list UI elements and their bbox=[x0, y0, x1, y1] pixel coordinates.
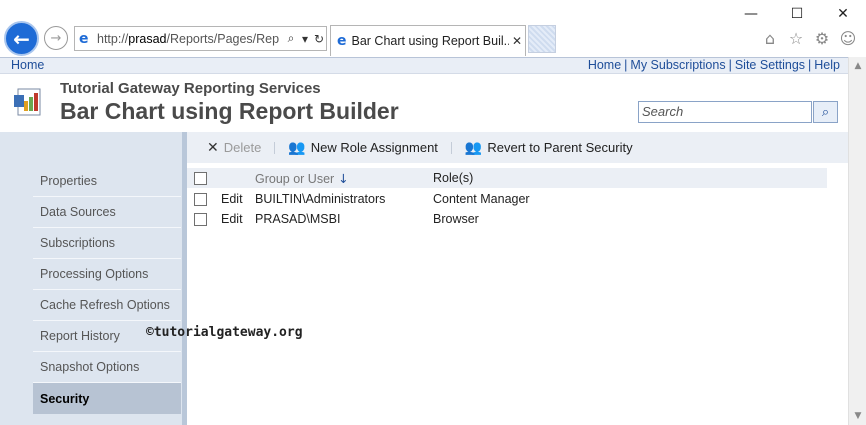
sidebar-item-properties[interactable]: Properties bbox=[33, 166, 181, 197]
table-row: Edit PRASAD\MSBI Browser bbox=[187, 209, 827, 229]
new-role-label: New Role Assignment bbox=[310, 140, 438, 155]
window-controls: — ☐ ✕ bbox=[728, 0, 866, 28]
edit-link[interactable]: Edit bbox=[221, 212, 243, 226]
favorites-star-icon[interactable]: ☆ bbox=[786, 28, 806, 48]
delete-x-icon: ✕ bbox=[207, 139, 219, 156]
row-checkbox[interactable] bbox=[194, 193, 207, 206]
search-icon[interactable]: ⌕ bbox=[813, 101, 838, 123]
back-arrow-icon[interactable]: ← bbox=[4, 21, 39, 56]
scroll-down-icon[interactable]: ▼ bbox=[849, 407, 866, 425]
delete-label: Delete bbox=[223, 140, 262, 155]
page-header: Tutorial Gateway Reporting Services Bar … bbox=[0, 75, 848, 132]
nav-link-my-subscriptions[interactable]: My Subscriptions bbox=[630, 58, 725, 72]
tab-title: Bar Chart using Report Buil... bbox=[351, 34, 510, 48]
revert-to-parent-button[interactable]: 👥 Revert to Parent Security bbox=[465, 140, 633, 156]
row-role: Browser bbox=[433, 212, 479, 226]
minimize-button[interactable]: — bbox=[728, 0, 774, 28]
forward-arrow-icon[interactable]: → bbox=[44, 26, 68, 50]
watermark: ©tutorialgateway.org bbox=[146, 325, 303, 340]
browser-tools: ⌂ ☆ ⚙ ☺ bbox=[760, 28, 858, 48]
top-nav: Home Home | My Subscriptions | Site Settings… bbox=[0, 57, 848, 74]
sidebar: Properties Data Sources Subscriptions Pr… bbox=[0, 132, 187, 425]
sidebar-item-snapshot-options[interactable]: Snapshot Options bbox=[33, 352, 181, 383]
security-toolbar: ✕ Delete 👥 New Role Assignment 👥 Revert … bbox=[187, 132, 848, 164]
browser-tab[interactable]: e Bar Chart using Report Buil... ✕ bbox=[330, 25, 526, 56]
page-title: Bar Chart using Report Builder bbox=[60, 98, 399, 124]
new-tab-button[interactable] bbox=[528, 25, 556, 53]
home-icon[interactable]: ⌂ bbox=[760, 28, 780, 48]
nav-separator: | bbox=[728, 58, 732, 72]
search-icon[interactable]: ⌕ bbox=[284, 31, 298, 46]
row-user: BUILTIN\Administrators bbox=[255, 192, 386, 206]
tab-close-icon[interactable]: ✕ bbox=[509, 34, 525, 48]
report-icon bbox=[14, 88, 41, 116]
nav-home-link[interactable]: Home bbox=[11, 58, 44, 72]
ie-logo-icon: e bbox=[79, 30, 89, 47]
table-header: Group or User ↓ Role(s) bbox=[187, 168, 827, 188]
sidebar-item-cache-refresh-options[interactable]: Cache Refresh Options bbox=[33, 290, 181, 321]
address-bar[interactable]: e http://prasad/Reports/Pages/Rep ⌕ ▾ ↻ bbox=[74, 26, 327, 51]
close-window-button[interactable]: ✕ bbox=[820, 0, 866, 28]
nav-separator: | bbox=[808, 58, 812, 72]
ie-logo-icon: e bbox=[337, 33, 347, 49]
column-header-roles: Role(s) bbox=[433, 171, 474, 185]
sidebar-item-subscriptions[interactable]: Subscriptions bbox=[33, 228, 181, 259]
settings-gear-icon[interactable]: ⚙ bbox=[812, 28, 832, 48]
address-url[interactable]: http://prasad/Reports/Pages/Rep bbox=[97, 32, 284, 46]
nav-link-home[interactable]: Home bbox=[588, 58, 621, 72]
dropdown-icon[interactable]: ▾ bbox=[298, 32, 312, 46]
delete-button[interactable]: ✕ Delete bbox=[207, 140, 261, 156]
nav-separator: | bbox=[624, 58, 628, 72]
nav-right-links: Home | My Subscriptions | Site Settings | Help bbox=[588, 58, 840, 72]
revert-label: Revert to Parent Security bbox=[487, 140, 633, 155]
row-checkbox[interactable] bbox=[194, 213, 207, 226]
new-role-assignment-button[interactable]: 👥 New Role Assignment bbox=[288, 140, 438, 156]
vertical-scrollbar[interactable]: ▲ ▼ bbox=[848, 57, 866, 425]
search-input[interactable]: Search bbox=[638, 101, 812, 123]
edit-link[interactable]: Edit bbox=[221, 192, 243, 206]
sort-down-arrow-icon: ↓ bbox=[338, 171, 349, 186]
browser-chrome: — ☐ ✕ ← → e http://prasad/Reports/Pages/… bbox=[0, 0, 866, 57]
refresh-icon[interactable]: ↻ bbox=[312, 32, 326, 46]
select-all-checkbox[interactable] bbox=[194, 172, 207, 185]
row-user: PRASAD\MSBI bbox=[255, 212, 341, 226]
feedback-smiley-icon[interactable]: ☺ bbox=[838, 28, 858, 48]
column-header-group[interactable]: Group or User ↓ bbox=[255, 171, 349, 186]
nav-link-help[interactable]: Help bbox=[814, 58, 840, 72]
users-add-icon: 👥 bbox=[288, 139, 306, 156]
sidebar-item-data-sources[interactable]: Data Sources bbox=[33, 197, 181, 228]
site-title: Tutorial Gateway Reporting Services bbox=[60, 80, 321, 97]
revert-security-icon: 👥 bbox=[464, 139, 483, 156]
sidebar-item-security[interactable]: Security bbox=[33, 383, 181, 414]
table-row: Edit BUILTIN\Administrators Content Mana… bbox=[187, 189, 827, 209]
maximize-button[interactable]: ☐ bbox=[774, 0, 820, 28]
sidebar-item-processing-options[interactable]: Processing Options bbox=[33, 259, 181, 290]
toolbar-divider bbox=[274, 141, 276, 154]
nav-link-site-settings[interactable]: Site Settings bbox=[735, 58, 805, 72]
row-role: Content Manager bbox=[433, 192, 530, 206]
scroll-up-icon[interactable]: ▲ bbox=[849, 57, 866, 75]
toolbar-divider bbox=[450, 141, 452, 154]
